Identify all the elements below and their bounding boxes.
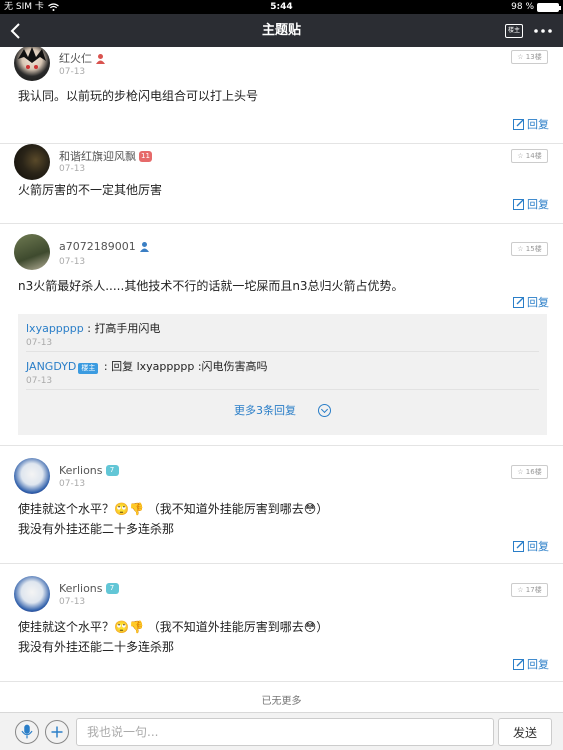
edit-reply-icon [513,297,524,308]
avatar[interactable] [14,458,50,494]
post-date: 07-13 [59,164,86,174]
sub-reply-text: 打高手用闪电 [94,322,161,335]
edit-reply-icon [513,199,524,210]
floor-badge: ☆ 14楼 [511,149,548,163]
post-date: 07-13 [59,257,86,267]
composer-bar: 发送 [0,712,563,750]
floor-badge: ☆ 16楼 [511,465,548,479]
username[interactable]: Kerlions 7 [59,582,119,595]
post-list: 红火仁 07-13 ☆ 13楼 我认同。以前玩的步枪闪电组合可以打上头号 回复 … [0,47,563,712]
battery-fill [538,3,558,11]
reply-button[interactable]: 回复 [513,116,549,132]
post-date: 07-13 [59,597,86,607]
plus-icon[interactable] [45,720,69,744]
post-text: 我认同。以前玩的步枪闪电组合可以打上头号 [18,89,259,103]
level-badge: 11 [139,150,152,162]
post-text: n3火箭最好杀人.....其他技术不行的话就一坨屎而且n3总归火箭占优势。 [18,279,404,293]
op-only-button[interactable]: 楼主 [505,24,523,38]
send-button[interactable]: 发送 [498,718,552,746]
no-more-label: 已无更多 [261,696,302,707]
post-text: 使挂就这个水平？🙄👎 （我不知道外挂能厉害到哪去😳） 我没有外挂还能二十多连杀那 [18,617,545,657]
reply-button[interactable]: 回复 [513,656,549,672]
comment-input[interactable] [76,718,494,746]
floor-badge: ☆ 15楼 [511,242,548,256]
chevron-down-icon [318,403,331,417]
user-gender-icon [96,53,105,64]
page-title: 主题贴 [261,23,301,38]
post-date: 07-13 [59,67,86,77]
avatar[interactable] [14,47,50,81]
edit-reply-icon [513,659,524,670]
reply-button[interactable]: 回复 [513,294,549,310]
more-dots-icon[interactable] [533,23,553,39]
nav-bar: 主题贴 楼主 [0,14,563,47]
username[interactable]: 红火仁 [59,50,106,66]
post-item: Kerlions 7 07-13 ☆ 16楼 使挂就这个水平？🙄👎 （我不知道外… [0,446,563,564]
sub-reply-text: 回复 lxyappppp :闪电伤害高吗 [111,360,268,373]
post-item: a7072189001 07-13 ☆ 15楼 n3火箭最好杀人.....其他技… [0,224,563,446]
sub-reply-user[interactable]: lxyappppp [26,322,84,335]
sub-reply-line: JANGDYD 楼主 : 回复 lxyappppp :闪电伤害高吗 [26,360,268,374]
sub-reply-user[interactable]: JANGDYD [26,360,76,373]
user-gender-icon [139,242,149,252]
more-replies-button[interactable]: 更多3条回复 [18,402,547,418]
post-text-line: 使挂就这个水平？🙄👎 （我不知道外挂能厉害到哪去😳） [18,502,329,516]
username[interactable]: Kerlions 7 [59,464,119,477]
avatar[interactable] [14,234,50,270]
status-right: 98 % [511,0,561,14]
sub-reply-box: lxyappppp : 打高手用闪电 07-13 JANGDYD 楼主 : 回复 … [18,314,547,435]
post-text: 火箭厉害的不一定其他厉害 [18,183,163,197]
sub-reply[interactable]: JANGDYD 楼主 : 回复 lxyappppp :闪电伤害高吗 07-13 [26,352,539,390]
floor-badge: ☆ 17楼 [511,583,548,597]
floor-badge: ☆ 13楼 [511,50,548,64]
sub-reply-date: 07-13 [26,376,53,386]
post-item: Kerlions 7 07-13 ☆ 17楼 使挂就这个水平？🙄👎 （我不知道外… [0,564,563,682]
level-badge: 7 [105,583,119,594]
battery-icon [537,2,561,12]
level-badge: 7 [105,465,119,476]
post-item: 和谐红旗迎风飘 11 07-13 ☆ 14楼 火箭厉害的不一定其他厉害 回复 [0,144,563,224]
edit-reply-icon [513,541,524,552]
username[interactable]: a7072189001 [59,240,150,253]
battery-percent: 98 % [511,2,534,12]
post-text-line: 我没有外挂还能二十多连杀那 [18,522,175,536]
microphone-icon[interactable] [15,720,39,744]
post-item: 红火仁 07-13 ☆ 13楼 我认同。以前玩的步枪闪电组合可以打上头号 回复 [0,47,563,144]
op-badge: 楼主 [78,363,99,374]
reply-button[interactable]: 回复 [513,538,549,554]
sub-reply[interactable]: lxyappppp : 打高手用闪电 07-13 [26,314,539,352]
avatar[interactable] [14,576,50,612]
edit-reply-icon [513,119,524,130]
status-bar: 无 SIM 卡 5:44 98 % [0,0,563,14]
status-time: 5:44 [270,2,293,12]
post-text-line: 我没有外挂还能二十多连杀那 [18,640,175,654]
avatar[interactable] [14,144,50,180]
sub-reply-date: 07-13 [26,338,53,348]
post-text-line: 使挂就这个水平？🙄👎 （我不知道外挂能厉害到哪去😳） [18,620,329,634]
post-date: 07-13 [59,479,86,489]
username[interactable]: 和谐红旗迎风飘 11 [59,148,152,164]
app-root: 无 SIM 卡 5:44 98 % 主题贴 楼主 红火仁 07-13 ☆ 13楼… [0,0,563,750]
reply-button[interactable]: 回复 [513,196,549,212]
post-text: 使挂就这个水平？🙄👎 （我不知道外挂能厉害到哪去😳） 我没有外挂还能二十多连杀那 [18,499,545,539]
sub-reply-line: lxyappppp : 打高手用闪电 [26,322,161,335]
